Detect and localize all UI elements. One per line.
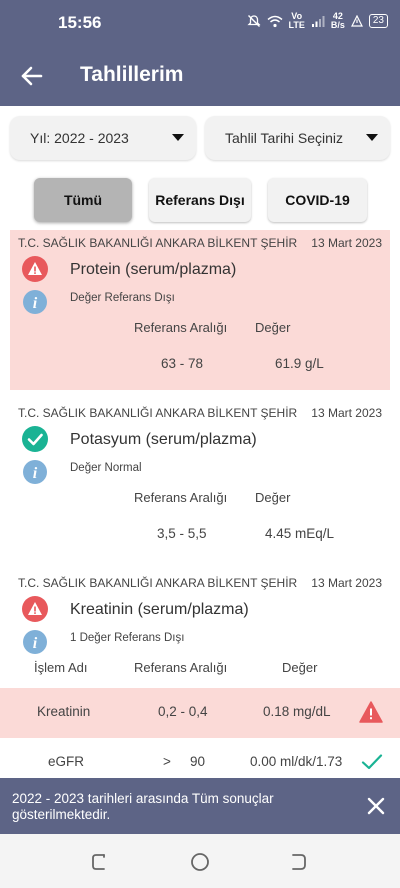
network-type: Vo LTE <box>289 12 305 30</box>
status-bar: 15:56 Vo LTE 42 B/s 23 <box>0 0 400 44</box>
row-ref-operator: > <box>163 754 171 769</box>
app-bar: Tahlillerim <box>0 44 400 106</box>
result-card-protein[interactable]: T.C. SAĞLIK BAKANLIĞI ANKARA BİLKENT ŞEH… <box>10 230 390 390</box>
row-ref-range: 0,2 - 0,4 <box>158 704 208 719</box>
hospital-name: T.C. SAĞLIK BAKANLIĞI ANKARA BİLKENT ŞEH… <box>18 406 298 420</box>
test-name: Potasyum (serum/plazma) <box>70 431 257 448</box>
tab-covid-19[interactable]: COVID-19 <box>268 178 367 222</box>
system-nav-bar <box>0 834 400 888</box>
value-header: Değer <box>255 320 291 335</box>
battery-level: 23 <box>372 15 384 26</box>
warning-icon <box>22 256 48 282</box>
value-header: Değer <box>255 490 291 505</box>
year-dropdown[interactable]: Yıl: 2022 - 2023 <box>10 116 196 160</box>
ref-range-header: Referans Aralığı <box>134 320 228 335</box>
value-header: Değer <box>282 660 318 675</box>
warning-triangle-icon <box>359 701 383 723</box>
net-type-bottom: LTE <box>288 20 305 30</box>
row-value: 0.18 mg/dL <box>263 704 331 719</box>
info-icon[interactable]: i <box>23 630 47 654</box>
test-name: Protein (serum/plazma) <box>70 261 237 278</box>
check-circle-icon <box>22 426 48 452</box>
info-icon[interactable]: i <box>23 460 47 484</box>
page-title: Tahlillerim <box>80 63 184 86</box>
net-speed: 42 B/s <box>331 12 345 30</box>
svg-text:i: i <box>33 295 38 312</box>
back-nav-button[interactable] <box>288 851 310 873</box>
results-list[interactable]: T.C. SAĞLIK BAKANLIĞI ANKARA BİLKENT ŞEH… <box>0 230 400 778</box>
mute-icon <box>246 14 261 28</box>
table-row[interactable]: eGFR > 90 0.00 ml/dk/1.73 <box>0 738 400 778</box>
row-name: Kreatinin <box>37 704 91 719</box>
caret-down-icon <box>172 134 184 141</box>
close-icon <box>367 797 385 815</box>
table-row[interactable]: Kreatinin 0,2 - 0,4 0.18 mg/dL <box>0 688 400 738</box>
ref-range-value: 3,5 - 5,5 <box>157 526 207 541</box>
row-ref-range: 90 <box>190 754 206 769</box>
arrow-left-icon <box>21 66 43 86</box>
recents-button[interactable] <box>89 851 111 873</box>
back-nav-icon <box>292 854 306 870</box>
ref-range-value: 63 - 78 <box>161 356 204 371</box>
result-date: 13 Mart 2023 <box>311 236 382 250</box>
recents-icon <box>92 854 105 870</box>
hospital-name: T.C. SAĞLIK BAKANLIĞI ANKARA BİLKENT ŞEH… <box>18 236 298 250</box>
battery-icon: 23 <box>368 14 388 28</box>
snackbar-message: 2022 - 2023 tarihleri arasında Tüm sonuç… <box>12 791 274 822</box>
date-dropdown-label: Tahlil Tarihi Seçiniz <box>225 130 344 146</box>
signal-icon <box>311 15 325 27</box>
back-button[interactable] <box>18 62 46 90</box>
ref-range-header: Referans Aralığı <box>134 660 228 675</box>
status-text: Değer Normal <box>70 462 142 474</box>
home-icon <box>191 853 209 871</box>
ref-range-header: Referans Aralığı <box>134 490 228 505</box>
snackbar: 2022 - 2023 tarihleri arasında Tüm sonuç… <box>0 778 400 834</box>
wifi-icon <box>267 15 283 28</box>
row-value: 0.00 ml/dk/1.73 <box>250 754 343 769</box>
caret-down-icon <box>366 134 378 141</box>
result-date: 13 Mart 2023 <box>311 406 382 420</box>
home-button[interactable] <box>189 851 211 873</box>
hospital-name: T.C. SAĞLIK BAKANLIĞI ANKARA BİLKENT ŞEH… <box>18 576 298 590</box>
year-dropdown-label: Yıl: 2022 - 2023 <box>30 130 129 146</box>
name-header: İşlem Adı <box>34 660 88 675</box>
status-text: Değer Referans Dışı <box>70 292 175 304</box>
tab-all[interactable]: Tümü <box>34 178 132 222</box>
result-value: 61.9 g/L <box>275 356 324 371</box>
row-name: eGFR <box>48 754 85 769</box>
test-name: Kreatinin (serum/plazma) <box>70 601 249 618</box>
warning-icon <box>22 596 48 622</box>
result-value: 4.45 mEq/L <box>265 526 335 541</box>
status-time: 15:56 <box>58 13 102 32</box>
close-button[interactable] <box>366 796 386 816</box>
status-icons: Vo LTE 42 B/s 23 <box>246 12 388 30</box>
svg-text:i: i <box>33 635 38 652</box>
check-icon <box>361 752 383 772</box>
svg-text:i: i <box>33 465 38 482</box>
date-dropdown[interactable]: Tahlil Tarihi Seçiniz <box>205 116 390 160</box>
status-text: 1 Değer Referans Dışı <box>70 632 185 644</box>
result-date: 13 Mart 2023 <box>311 576 382 590</box>
info-icon[interactable]: i <box>23 290 47 314</box>
result-card-potassium[interactable]: T.C. SAĞLIK BAKANLIĞI ANKARA BİLKENT ŞEH… <box>10 400 390 560</box>
tab-out-of-reference[interactable]: Referans Dışı <box>149 178 251 222</box>
result-card-creatinine[interactable]: T.C. SAĞLIK BAKANLIĞI ANKARA BİLKENT ŞEH… <box>10 570 390 688</box>
alert-icon <box>350 15 363 27</box>
speed-unit: B/s <box>330 20 345 30</box>
